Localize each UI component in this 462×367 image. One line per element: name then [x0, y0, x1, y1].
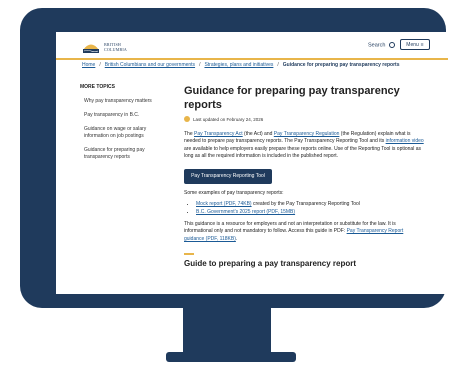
mock-report-link[interactable]: Mock report (PDF, 74KB)	[196, 201, 252, 207]
menu-button[interactable]: Menu ≡	[400, 39, 430, 50]
examples-list: Mock report (PDF, 74KB) created by the P…	[196, 200, 424, 216]
menu-label: Menu	[406, 41, 419, 48]
breadcrumb: Home / British Columbians and our governme…	[82, 62, 399, 68]
section-divider	[184, 253, 194, 256]
intro-text: are available to help employers easily p…	[184, 145, 421, 160]
last-updated-text: Last updated on February 24, 2026	[193, 116, 264, 122]
search-icon	[388, 42, 395, 48]
sidebar-item-why-pay-transparency[interactable]: Why pay transparency matters	[80, 95, 172, 109]
breadcrumb-separator: /	[199, 62, 201, 68]
search-label: Search	[368, 42, 386, 49]
examples-intro: Some examples of pay transparency report…	[184, 189, 284, 196]
updated-icon	[184, 116, 190, 122]
breadcrumb-separator: /	[277, 62, 279, 68]
site-header: BRITISH COLUMBIA Search Menu ≡	[56, 32, 448, 60]
breadcrumb-separator: /	[99, 62, 101, 68]
sidebar-title: MORE TOPICS	[80, 84, 115, 90]
bc-sun-logo-icon	[83, 44, 99, 53]
pay-transparency-regulation-link[interactable]: Pay Transparency Regulation	[274, 131, 340, 137]
breadcrumb-level-2[interactable]: British Columbians and our governments	[105, 62, 195, 68]
monitor-frame: BRITISH COLUMBIA Search Menu ≡ Home / Brit…	[20, 8, 448, 308]
breadcrumb-home[interactable]: Home	[82, 62, 95, 68]
reporting-tool-button[interactable]: Pay Transparency Reporting Tool	[184, 168, 272, 184]
breadcrumb-level-3[interactable]: Strategies, plans and initiatives	[204, 62, 273, 68]
sidebar-item-job-postings-guidance[interactable]: Guidance on wage or salary information o…	[80, 123, 172, 144]
hamburger-icon: ≡	[420, 41, 424, 48]
intro-text: (the Act) and	[242, 131, 274, 137]
list-item: Mock report (PDF, 74KB) created by the P…	[196, 200, 424, 208]
list-item: B.C. Government's 2025 report (PDF, 15MB…	[196, 208, 424, 216]
breadcrumb-current: Guidance for preparing pay transparency …	[282, 62, 400, 68]
list-item-text: created by the Pay Transparency Reportin…	[251, 201, 360, 208]
disclaimer-text: .	[235, 235, 238, 242]
browser-screen: BRITISH COLUMBIA Search Menu ≡ Home / Brit…	[56, 32, 448, 294]
bc-logo[interactable]: BRITISH COLUMBIA	[82, 40, 154, 54]
intro-text: The	[184, 131, 195, 137]
page-title: Guidance for preparing pay transparency …	[184, 85, 400, 111]
search-link[interactable]: Search	[368, 42, 395, 48]
sidebar-item-pay-transparency-bc[interactable]: Pay transparency in B.C.	[80, 109, 172, 123]
sidebar: MORE TOPICS Why pay transparency matters…	[80, 84, 172, 165]
disclaimer-paragraph: This guidance is a resource for employer…	[184, 221, 424, 243]
monitor-stand-neck	[183, 308, 271, 354]
intro-paragraph: The Pay Transparency Act (the Act) and P…	[184, 131, 424, 161]
logo-line-2: COLUMBIA	[104, 47, 127, 52]
information-video-link[interactable]: information video	[386, 138, 424, 144]
sidebar-item-reports-guidance[interactable]: Guidance for preparing pay transparency …	[80, 144, 172, 165]
monitor-stand-base	[166, 352, 296, 362]
last-updated: Last updated on February 24, 2026	[184, 116, 424, 122]
government-report-link[interactable]: B.C. Government's 2025 report (PDF, 15MB…	[196, 209, 295, 215]
section-heading: Guide to preparing a pay transparency re…	[184, 259, 357, 269]
pay-transparency-act-link[interactable]: Pay Transparency Act	[194, 131, 243, 137]
logo-text: BRITISH COLUMBIA	[104, 42, 127, 52]
main-content: Guidance for preparing pay transparency …	[184, 84, 424, 268]
